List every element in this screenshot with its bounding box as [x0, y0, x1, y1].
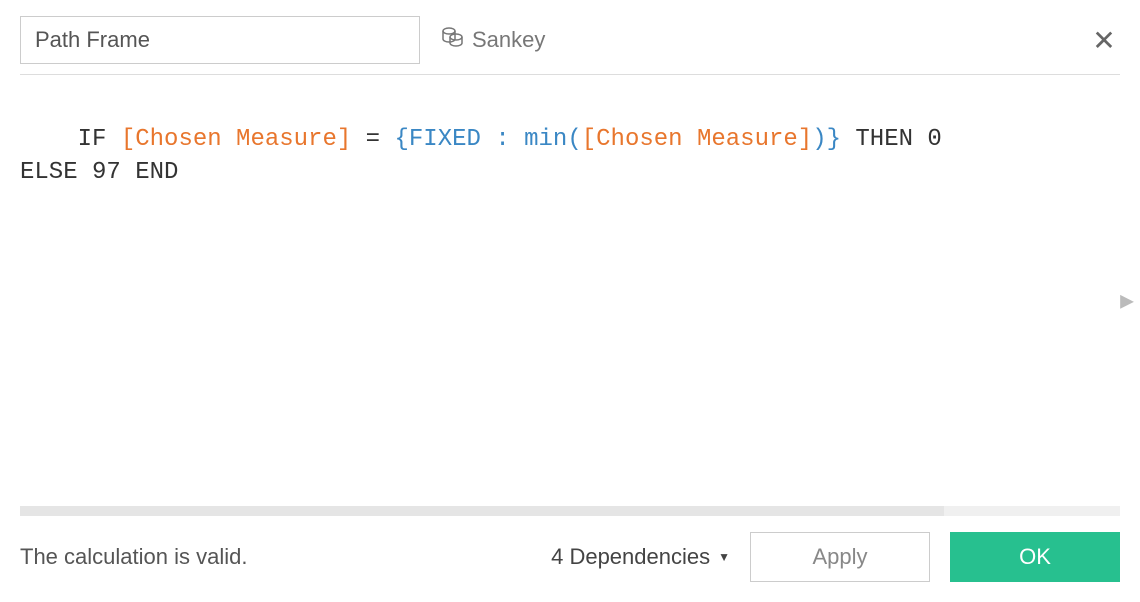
- caret-down-icon: ▼: [718, 550, 730, 564]
- dependencies-dropdown[interactable]: 4 Dependencies ▼: [551, 544, 730, 570]
- footer-row: The calculation is valid. 4 Dependencies…: [20, 532, 1120, 582]
- close-icon: ✕: [1092, 24, 1115, 57]
- formula-editor[interactable]: IF [Chosen Measure] = {FIXED : min([Chos…: [20, 89, 1120, 498]
- calc-name-input[interactable]: [20, 16, 420, 64]
- datasource-indicator: Sankey: [440, 25, 545, 55]
- datasource-label: Sankey: [472, 27, 545, 53]
- calculated-field-dialog: Sankey ✕ IF [Chosen Measure] = {FIXED : …: [0, 0, 1140, 602]
- dependencies-label: 4 Dependencies: [551, 544, 710, 570]
- chevron-right-icon: ▶: [1120, 291, 1134, 311]
- progress-fill: [20, 506, 944, 516]
- apply-button[interactable]: Apply: [750, 532, 930, 582]
- close-button[interactable]: ✕: [1088, 24, 1120, 56]
- formula-text: IF [Chosen Measure] = {FIXED : min([Chos…: [20, 126, 942, 187]
- header-row: Sankey ✕: [20, 16, 1120, 64]
- header-divider: [20, 74, 1120, 75]
- ok-button[interactable]: OK: [950, 532, 1120, 582]
- validation-status: The calculation is valid.: [20, 544, 247, 570]
- datasource-icon: [440, 25, 464, 55]
- progress-bar: [20, 506, 1120, 516]
- expand-panel-button[interactable]: ▶: [1120, 291, 1134, 312]
